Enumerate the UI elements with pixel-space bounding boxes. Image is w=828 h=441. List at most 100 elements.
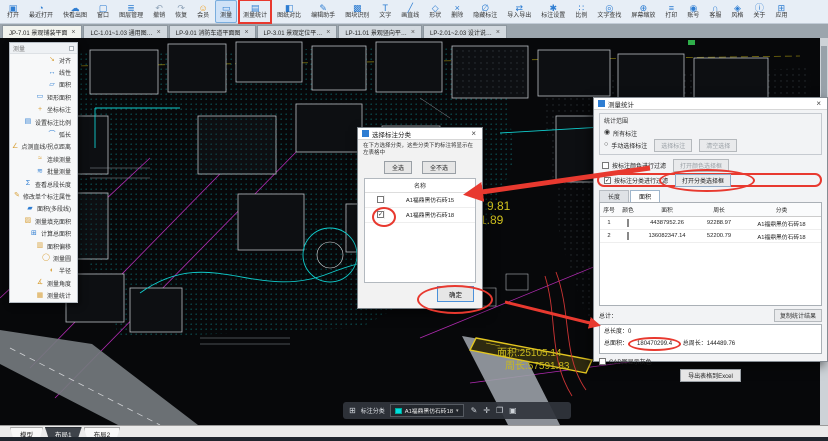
measure-tool-item[interactable]: ▱ 面积 [10,79,77,91]
measure-tool-item[interactable]: ▨ 测量填充面积 [10,215,77,227]
open-category-picker-button[interactable]: 打开分类选择框 [675,174,731,187]
measure-tool-item[interactable]: ▦ 测量统计 [10,289,77,301]
clear-selection-button[interactable]: 清空选择 [699,139,737,152]
category-row[interactable]: A1福鼎黑仿石砖15 [365,193,475,208]
measure-tool-item[interactable]: ⊞ 计算总面积 [10,227,77,239]
toolbar-button[interactable]: ▢ 窗口 [93,0,113,23]
selection-tool-icon[interactable]: ▣ [507,406,519,415]
stats-table-row[interactable]: 2 136082347.14 52200.79 A1福鼎黑仿石砖18 [600,230,821,243]
grid-icon[interactable]: ⊞ [349,406,356,415]
toolbar-button[interactable]: ⇄ 导入导出 [503,0,535,23]
measure-tool-item[interactable]: ↔ 线性 [10,66,77,78]
document-tab[interactable]: LP-11.01 景观竖向平… × [338,25,422,38]
close-icon[interactable]: × [411,29,415,36]
close-icon[interactable]: × [496,29,500,36]
toolbar-button[interactable]: ◇ 形状 [425,0,445,23]
ok-button[interactable]: 确定 [437,286,474,302]
checkbox[interactable] [377,196,384,203]
stats-table-row[interactable]: 1 44387952.26 92288.97 A1福鼎黑仿石砖18 [600,217,821,230]
toolbar-button[interactable]: ◧ 图纸对比 [273,0,305,23]
selection-tool-icon[interactable]: ❐ [494,406,505,415]
selection-tool-icon[interactable]: ✛ [481,406,492,415]
toolbar-button[interactable]: ▣ 打开 [3,0,23,23]
toolbar-button[interactable]: ◔ 最近打开 [25,0,57,23]
toolbar-button[interactable]: ☁ 快看出图 [59,0,91,23]
toolbar-button[interactable]: ▩ 图块识别 [341,0,373,23]
document-tab[interactable]: JP-7.01 景观铺装平面 × [2,25,82,38]
toolbar-button[interactable]: ◎ 文字查找 [593,0,625,23]
category-row[interactable]: ✓ A1福鼎黑仿石砖18 [365,208,475,223]
close-icon[interactable]: × [469,129,478,138]
stats-panel-title: 测量统计 [608,99,811,109]
close-icon[interactable]: × [157,29,161,36]
radio-all-annotations[interactable]: ◉ [604,129,610,137]
measure-tool-item[interactable]: ◯ 测量圆 [10,252,77,264]
measure-tool-item[interactable]: ∠ 点测直线/拐点距离 [10,141,77,153]
close-icon[interactable]: × [326,29,330,36]
measure-tool-item[interactable]: ▤ 设置标注比例 [10,116,77,128]
toolbar-button[interactable]: ↶ 撤销 [149,0,169,23]
toolbar-label: 标注设置 [541,13,565,20]
measure-tool-item[interactable]: ≈ 连续测量 [10,153,77,165]
tab-area[interactable]: 面积 [630,190,660,202]
toolbar-button[interactable]: ✎ 编辑助手 [307,0,339,23]
measure-tool-label: 测量统计 [47,291,71,300]
document-tab[interactable]: LP-3.01 景观定位平… × [257,25,338,38]
toolbar-button[interactable]: ∩ 客服 [705,0,725,23]
measure-tool-item[interactable]: + 坐标标注 [10,104,77,116]
toolbar-button[interactable]: ╱ 画直线 [397,0,423,23]
close-icon[interactable]: × [71,29,75,36]
radio-manual-select[interactable]: ○ [604,141,608,149]
copy-stats-button[interactable]: 复制统计结果 [774,309,822,322]
measure-tool-item[interactable]: ✎ 修改单个标注属性 [10,190,77,202]
toolbar-button[interactable]: ◉ 账号 [683,0,703,23]
close-icon[interactable]: × [244,29,248,36]
toolbar-button[interactable]: ⊕ 屏幕缩放 [627,0,659,23]
dialog-titlebar[interactable]: 选择标注分类 × [358,128,482,140]
toolbar-button[interactable]: ≡ 打印 [661,0,681,23]
measure-tool-item[interactable]: ⌒ 弧长 [10,128,77,140]
measure-tool-item[interactable]: Σ 查看总段长度 [10,178,77,190]
toolbar-button[interactable]: T 文字 [375,0,395,23]
close-icon[interactable]: × [814,99,823,108]
toolbar-label: 删除 [451,13,463,20]
export-excel-button[interactable]: 导出表格到Excel [680,369,741,382]
measure-tool-item[interactable]: ▥ 面积偏移 [10,240,77,252]
measure-tool-item[interactable]: ≋ 批量测量 [10,166,77,178]
toolbar-button[interactable]: ✱ 标注设置 [537,0,569,23]
toolbar-button[interactable]: ≣ 图层管理 [115,0,147,23]
select-all-button[interactable]: 全选 [384,161,412,174]
toolbar-button[interactable]: ⊞ 应用 [771,0,791,23]
checkbox[interactable]: ✓ [604,177,611,184]
selection-tool-icon[interactable]: ✎ [469,406,480,415]
stats-panel-titlebar[interactable]: 测量统计 × [594,98,827,110]
elevation-annotation: 9.81 [487,199,511,213]
checkbox[interactable] [602,162,609,169]
document-tab[interactable]: LP-2.01~2.03 设计说… × [423,25,507,38]
collapse-icon[interactable] [69,46,74,51]
document-tab[interactable]: LC-1.01~1.03 通用图… × [83,25,167,38]
toolbar-button[interactable]: ☺ 会员 [193,0,213,23]
select-annotations-button[interactable]: 选择标注 [654,139,692,152]
toolbar-button[interactable]: ↷ 恢复 [171,0,191,23]
toolbar-button[interactable]: ▤ 测量统计 [239,0,271,23]
toolbar-button[interactable]: ◈ 风格 [727,0,747,23]
toolbar-button[interactable]: ∷ 比例 [571,0,591,23]
checkbox[interactable] [599,358,606,365]
toolbar-button[interactable]: ▭ 测量 [215,0,237,23]
open-color-picker-button[interactable]: 打开颜色选择框 [673,159,729,172]
measure-tool-item[interactable]: ∡ 测量角度 [10,277,77,289]
document-tab[interactable]: LP-9.01 消防车道平面图 × [169,25,256,38]
category-dropdown[interactable]: A1福鼎黑仿石砖18 ▾ [390,404,464,417]
measure-tool-item[interactable]: ▭ 矩形面积 [10,91,77,103]
checkbox[interactable]: ✓ [377,211,384,218]
select-none-button[interactable]: 全不选 [422,161,456,174]
measure-tool-item[interactable]: ◐ 半径 [10,265,77,277]
toolbar-button[interactable]: ⓘ 关于 [749,0,769,23]
toolbar-button[interactable]: × 删除 [447,0,467,23]
tab-length[interactable]: 长度 [599,190,629,202]
document-tab-label: LC-1.01~1.03 通用图… [90,28,152,37]
measure-tool-item[interactable]: ▰ 面积(多段线) [10,203,77,215]
measure-tool-item[interactable]: ↘ 对齐 [10,54,77,66]
toolbar-button[interactable]: ∅ 隐藏标注 [469,0,501,23]
